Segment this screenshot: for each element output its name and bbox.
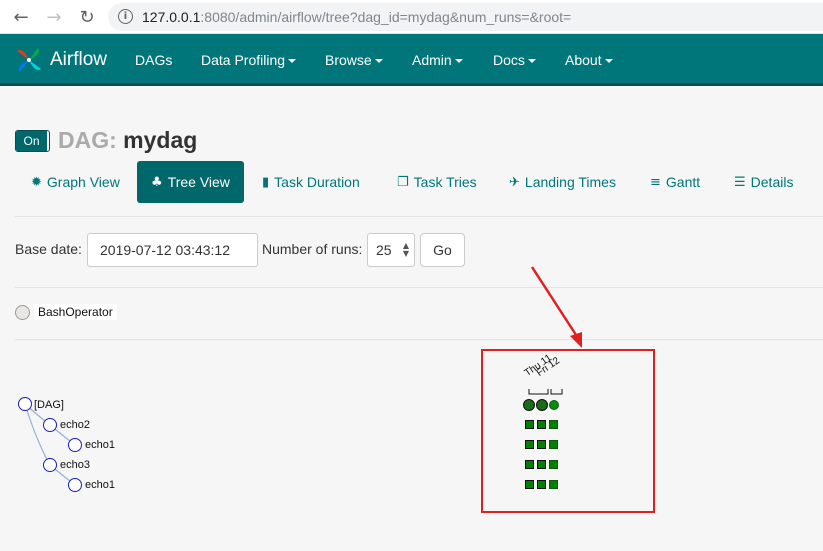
divider bbox=[15, 287, 823, 288]
back-arrow-icon[interactable]: ← bbox=[10, 6, 32, 28]
tree-node-label: [DAG] bbox=[34, 399, 64, 411]
gantt-icon: ≡ bbox=[650, 174, 661, 190]
caret-down-icon bbox=[374, 59, 383, 64]
tab-details[interactable]: ☰ Details bbox=[734, 161, 793, 203]
airflow-navbar: Airflow DAGs Data Profiling Browse Admin… bbox=[0, 34, 823, 86]
dag-name: mydag bbox=[123, 127, 198, 153]
highlight-box bbox=[481, 349, 655, 513]
tab-landing-times-label: Landing Times bbox=[524, 174, 616, 190]
tree-node-label: echo2 bbox=[60, 419, 90, 431]
base-date-input[interactable]: 2019-07-12 03:43:12 bbox=[87, 233, 258, 267]
tree-node-label: echo1 bbox=[85, 479, 115, 491]
tree-icon: ♣ bbox=[151, 174, 163, 190]
nav-admin-label: Admin bbox=[412, 52, 452, 68]
tab-task-tries-label: Task Tries bbox=[413, 174, 477, 190]
tab-graph-view-label: Graph View bbox=[46, 174, 120, 190]
dag-toggle[interactable]: On bbox=[15, 130, 50, 152]
nav-browse[interactable]: Browse bbox=[325, 52, 383, 68]
nav-about[interactable]: About bbox=[565, 52, 613, 68]
run-brackets bbox=[528, 389, 563, 395]
nav-dags[interactable]: DAGs bbox=[135, 52, 172, 68]
copy-icon: ❐ bbox=[397, 174, 409, 190]
task-instance-square[interactable] bbox=[549, 420, 558, 429]
list-icon: ☰ bbox=[734, 174, 746, 190]
bar-chart-icon: ▮ bbox=[262, 174, 270, 190]
tree-node-echo2[interactable] bbox=[43, 418, 57, 432]
tab-gantt-label: Gantt bbox=[665, 174, 701, 190]
task-instance-square[interactable] bbox=[525, 480, 534, 489]
nav-admin[interactable]: Admin bbox=[412, 52, 463, 68]
tree-node-label: echo3 bbox=[60, 459, 90, 471]
nav-docs-label: Docs bbox=[493, 52, 525, 68]
operator-color-swatch bbox=[15, 304, 30, 320]
dag-run-circle[interactable] bbox=[549, 400, 559, 410]
url-text[interactable]: 127.0.0.1:8080/admin/airflow/tree?dag_id… bbox=[142, 9, 571, 25]
nav-data-profiling[interactable]: Data Profiling bbox=[201, 52, 297, 68]
dag-run-circle[interactable] bbox=[536, 399, 548, 411]
task-instance-square[interactable] bbox=[525, 440, 534, 449]
divider bbox=[15, 339, 823, 340]
task-instance-square[interactable] bbox=[549, 460, 558, 469]
tab-task-tries[interactable]: ❐ Task Tries bbox=[397, 161, 477, 203]
task-instance-square[interactable] bbox=[525, 460, 534, 469]
nav-about-label: About bbox=[565, 52, 602, 68]
caret-down-icon bbox=[288, 59, 297, 64]
operator-legend: BashOperator bbox=[15, 304, 117, 320]
tab-details-label: Details bbox=[750, 174, 794, 190]
go-button[interactable]: Go bbox=[420, 233, 465, 267]
tree-node-echo3[interactable] bbox=[43, 458, 57, 472]
task-instance-square[interactable] bbox=[537, 420, 546, 429]
operator-legend-label: BashOperator bbox=[34, 304, 117, 320]
num-runs-value: 25 bbox=[376, 242, 392, 258]
base-date-value: 2019-07-12 03:43:12 bbox=[100, 242, 230, 258]
num-runs-select[interactable]: 25 ▲ ▼ bbox=[367, 233, 415, 267]
tab-task-duration[interactable]: ▮ Task Duration bbox=[262, 161, 360, 203]
dag-title-prefix: DAG: bbox=[58, 127, 117, 153]
caret-down-icon bbox=[527, 59, 536, 64]
airflow-logo-icon[interactable] bbox=[14, 45, 44, 75]
tab-landing-times[interactable]: ✈ Landing Times bbox=[509, 161, 616, 203]
task-instance-square[interactable] bbox=[537, 460, 546, 469]
tree-node-echo1[interactable] bbox=[68, 478, 82, 492]
tree-node-echo1[interactable] bbox=[68, 438, 82, 452]
nav-docs[interactable]: Docs bbox=[493, 52, 536, 68]
task-instance-square[interactable] bbox=[549, 480, 558, 489]
info-icon[interactable]: i bbox=[118, 9, 133, 24]
tree-node-label: echo1 bbox=[85, 439, 115, 451]
num-runs-label: Number of runs: bbox=[262, 241, 363, 257]
nav-data-profiling-label: Data Profiling bbox=[201, 52, 286, 68]
page-title: DAG: mydag bbox=[58, 127, 197, 154]
tab-graph-view[interactable]: ✹ Graph View bbox=[31, 161, 120, 203]
page-content bbox=[0, 86, 823, 551]
url-host: 127.0.0.1 bbox=[142, 9, 201, 25]
divider bbox=[15, 216, 823, 217]
caret-down-icon bbox=[454, 59, 463, 64]
tab-tree-view[interactable]: ♣ Tree View bbox=[137, 161, 244, 203]
caret-down-icon bbox=[604, 59, 613, 64]
url-path: :8080/admin/airflow/tree?dag_id=mydag&nu… bbox=[200, 9, 572, 25]
nav-browse-label: Browse bbox=[325, 52, 372, 68]
brand-name[interactable]: Airflow bbox=[50, 49, 107, 71]
reload-icon[interactable]: ↻ bbox=[76, 6, 98, 28]
tab-gantt[interactable]: ≡ Gantt bbox=[650, 161, 700, 203]
go-button-label: Go bbox=[433, 242, 452, 258]
tab-tree-view-label: Tree View bbox=[167, 174, 230, 190]
task-instance-square[interactable] bbox=[549, 440, 558, 449]
task-instance-square[interactable] bbox=[525, 420, 534, 429]
task-instance-square[interactable] bbox=[537, 440, 546, 449]
select-arrows-icon: ▲ ▼ bbox=[402, 241, 409, 258]
nav-dags-label: DAGs bbox=[135, 52, 173, 68]
address-bar[interactable]: i 127.0.0.1:8080/admin/airflow/tree?dag_… bbox=[108, 3, 823, 31]
dag-run-circle[interactable] bbox=[523, 399, 535, 411]
annotation-arrow bbox=[530, 266, 582, 348]
sun-icon: ✹ bbox=[31, 174, 42, 190]
forward-arrow-icon[interactable]: → bbox=[43, 6, 65, 28]
browser-toolbar: ← → ↻ i 127.0.0.1:8080/admin/airflow/tre… bbox=[0, 0, 823, 34]
tab-task-duration-label: Task Duration bbox=[274, 174, 360, 190]
base-date-label: Base date: bbox=[15, 241, 82, 257]
dag-toggle-label: On bbox=[16, 131, 47, 151]
task-instance-square[interactable] bbox=[537, 480, 546, 489]
tree-node-dag[interactable] bbox=[18, 397, 32, 411]
plane-icon: ✈ bbox=[509, 174, 520, 190]
